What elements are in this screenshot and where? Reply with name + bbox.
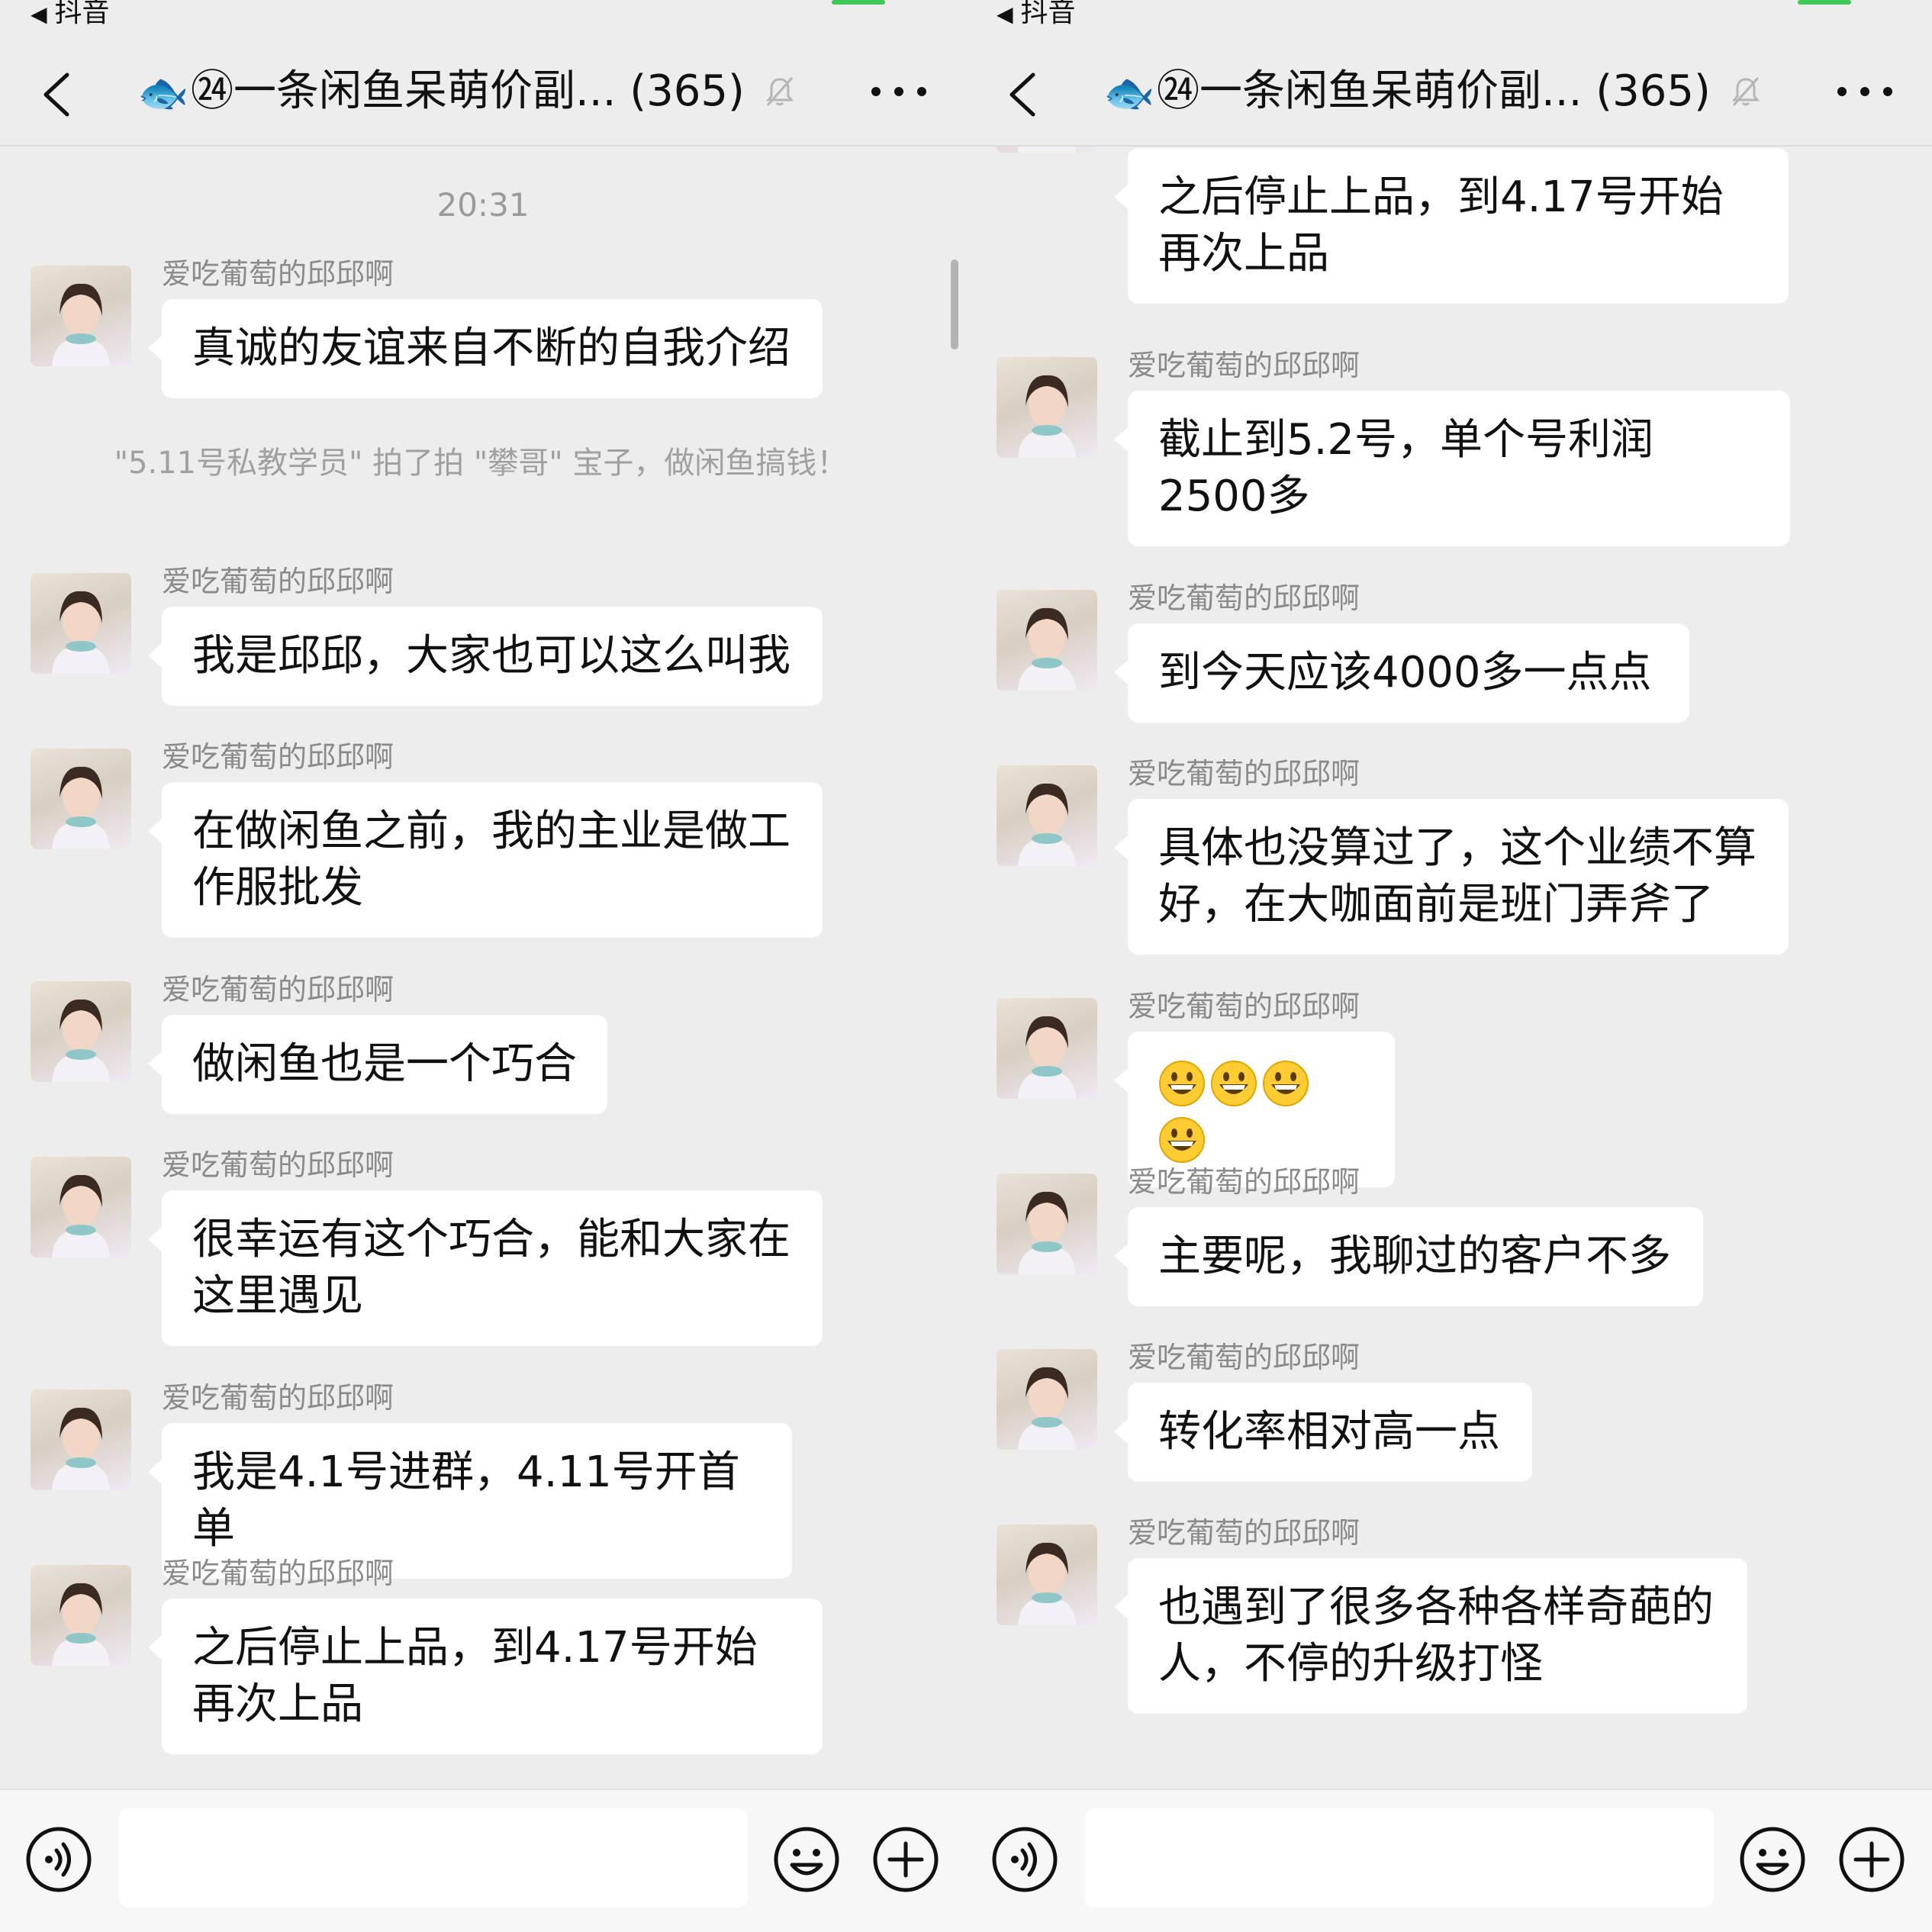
sender-name: 爱吃葡萄的邱邱啊 <box>162 1148 394 1182</box>
sender-name: 爱吃葡萄的邱邱啊 <box>162 973 394 1006</box>
mute-bell-icon <box>765 77 794 106</box>
sender-name: 爱吃葡萄的邱邱啊 <box>162 565 394 598</box>
status-back-app-label: 抖音 <box>1020 0 1076 28</box>
input-bar <box>0 1789 966 1932</box>
voice-icon[interactable] <box>24 1825 93 1894</box>
avatar[interactable] <box>997 147 1097 153</box>
emoji-face-icon[interactable] <box>1738 1825 1807 1894</box>
sender-name: 爱吃葡萄的邱邱啊 <box>162 257 394 291</box>
sender-name: 爱吃葡萄的邱邱啊 <box>1128 349 1360 382</box>
status-back-to-app[interactable]: ◀ 抖音 <box>31 0 110 28</box>
message-bubble[interactable]: 之后停止上品，到4.17号开始再次上品 <box>1114 148 1789 304</box>
avatar[interactable] <box>31 981 131 1082</box>
grinning-face-icon <box>1211 1060 1257 1106</box>
avatar[interactable] <box>997 1349 1097 1450</box>
message-bubble[interactable]: 截止到5.2号，单个号利润2500多 <box>1114 391 1790 546</box>
chat-title[interactable]: ㉔一条闲鱼呆萌价副... (365) <box>191 66 745 118</box>
message-input[interactable] <box>119 1808 748 1908</box>
sender-name: 爱吃葡萄的邱邱啊 <box>1128 1516 1360 1550</box>
avatar[interactable] <box>31 1157 131 1257</box>
message-bubble[interactable]: 主要呢，我聊过的客户不多 <box>1114 1207 1703 1306</box>
grinning-face-icon <box>1159 1060 1205 1106</box>
status-back-triangle-icon: ◀ <box>31 2 47 27</box>
message-bubble[interactable]: 真诚的友谊来自不断的自我介绍 <box>148 299 823 398</box>
back-chevron-icon[interactable] <box>38 72 76 118</box>
scrollbar-thumb[interactable] <box>951 259 958 349</box>
chat-screen-left: ◀ 抖音 🐟 ㉔一条闲鱼呆萌价副... (365) 20:31 爱吃葡萄的邱邱啊 … <box>0 0 966 1932</box>
group-name: ㉔一条闲鱼呆萌价副... <box>191 66 617 116</box>
timestamp: 20:31 <box>436 186 530 224</box>
chat-header: 🐟 ㉔一条闲鱼呆萌价副... (365) <box>966 38 1932 145</box>
emoji-face-icon[interactable] <box>772 1825 841 1894</box>
member-count: (365) <box>1596 66 1711 116</box>
avatar[interactable] <box>31 1389 131 1490</box>
group-name: ㉔一条闲鱼呆萌价副... <box>1157 66 1583 116</box>
sender-name: 爱吃葡萄的邱邱啊 <box>1128 990 1360 1023</box>
message-list[interactable]: 之后停止上品，到4.17号开始再次上品 爱吃葡萄的邱邱啊 截止到5.2号，单个号… <box>966 147 1932 1787</box>
message-bubble[interactable]: 也遇到了很多各种各样奇葩的人，不停的升级打怪 <box>1114 1558 1747 1714</box>
fish-emoji-icon: 🐟 <box>1103 69 1155 117</box>
grinning-face-icon <box>1159 1116 1205 1163</box>
fish-emoji-icon: 🐟 <box>137 69 189 117</box>
status-back-to-app[interactable]: ◀ 抖音 <box>997 0 1076 28</box>
avatar[interactable] <box>997 998 1097 1099</box>
grinning-face-icon <box>1263 1060 1309 1106</box>
avatar[interactable] <box>997 1174 1097 1274</box>
avatar[interactable] <box>997 357 1097 458</box>
more-dots-icon[interactable] <box>868 76 929 107</box>
avatar[interactable] <box>31 266 131 366</box>
sender-name: 爱吃葡萄的邱邱啊 <box>162 1381 394 1415</box>
message-bubble[interactable]: 做闲鱼也是一个巧合 <box>148 1015 607 1114</box>
sender-name: 爱吃葡萄的邱邱啊 <box>162 740 394 774</box>
input-bar <box>966 1789 1932 1932</box>
message-bubble[interactable]: 在做闲鱼之前，我的主业是做工作服批发 <box>148 782 823 938</box>
sender-name: 爱吃葡萄的邱邱啊 <box>162 1557 394 1590</box>
message-bubble[interactable]: 到今天应该4000多一点点 <box>1114 623 1689 723</box>
chat-header: 🐟 ㉔一条闲鱼呆萌价副... (365) <box>0 38 966 145</box>
avatar[interactable] <box>997 590 1097 691</box>
plus-icon[interactable] <box>871 1825 940 1894</box>
sender-name: 爱吃葡萄的邱邱啊 <box>1128 1341 1360 1374</box>
more-dots-icon[interactable] <box>1834 76 1895 107</box>
message-bubble[interactable]: 很幸运有这个巧合，能和大家在这里遇见 <box>148 1190 823 1346</box>
avatar[interactable] <box>997 765 1097 866</box>
chat-screen-right: ◀ 抖音 🐟 ㉔一条闲鱼呆萌价副... (365) 之后停止上品，到4.17号开始… <box>966 0 1932 1932</box>
system-notice: "5.11号私教学员" 拍了拍 "攀哥" 宝子，做闲鱼搞钱！ <box>114 446 848 481</box>
sender-name: 爱吃葡萄的邱邱啊 <box>1128 1165 1360 1199</box>
avatar[interactable] <box>31 573 131 674</box>
message-list[interactable]: 20:31 爱吃葡萄的邱邱啊 真诚的友谊来自不断的自我介绍 "5.11号私教学员… <box>0 147 966 1787</box>
message-bubble[interactable]: 我是邱邱，大家也可以这么叫我 <box>148 607 823 706</box>
status-back-triangle-icon: ◀ <box>997 2 1013 27</box>
battery-indicator <box>1798 0 1851 5</box>
message-bubble[interactable]: 具体也没算过了，这个业绩不算好，在大咖面前是班门弄斧了 <box>1114 799 1789 955</box>
message-bubble[interactable]: 转化率相对高一点 <box>1114 1383 1532 1482</box>
sender-name: 爱吃葡萄的邱邱啊 <box>1128 581 1360 615</box>
status-back-app-label: 抖音 <box>54 0 110 28</box>
message-bubble[interactable]: 之后停止上品，到4.17号开始再次上品 <box>148 1599 823 1754</box>
member-count: (365) <box>630 66 745 116</box>
sender-name: 爱吃葡萄的邱邱啊 <box>1128 757 1360 791</box>
voice-icon[interactable] <box>990 1825 1059 1894</box>
mute-bell-icon <box>1731 77 1760 106</box>
avatar[interactable] <box>31 749 131 849</box>
chat-title[interactable]: ㉔一条闲鱼呆萌价副... (365) <box>1157 66 1711 118</box>
plus-icon[interactable] <box>1837 1825 1906 1894</box>
avatar[interactable] <box>997 1525 1097 1625</box>
avatar[interactable] <box>31 1565 131 1666</box>
message-input[interactable] <box>1085 1808 1714 1908</box>
battery-indicator <box>832 0 885 5</box>
back-chevron-icon[interactable] <box>1004 72 1042 118</box>
